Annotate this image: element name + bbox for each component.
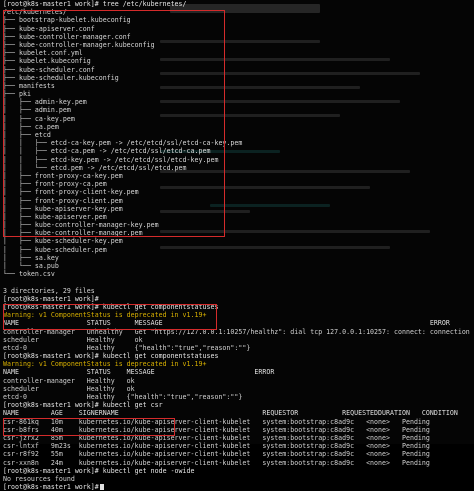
output-line: │ ├── ca-key.pem bbox=[3, 114, 75, 123]
output-line: │ ├── etcd bbox=[3, 131, 51, 139]
output-line: │ ├── admin-key.pem bbox=[3, 98, 87, 107]
output-line: No resources found bbox=[3, 474, 75, 483]
output-line: scheduler Healthy ok bbox=[3, 384, 135, 393]
output-line: csr-xxn8n 24m kubernetes.io/kube-apiserv… bbox=[3, 458, 430, 467]
output-line: Warning: v1 ComponentStatus is deprecate… bbox=[3, 311, 207, 320]
prompt-line: [root@k8s-master1 work]# kubectl get csr bbox=[3, 401, 163, 410]
cursor bbox=[99, 484, 104, 491]
output-line: │ │ ├── etcd-ca-key.pem -> /etc/etcd/ssl… bbox=[3, 139, 243, 148]
output-line: │ ├── admin.pem bbox=[3, 106, 71, 115]
prompt-line: [root@k8s-master1 work]# bbox=[3, 294, 99, 303]
output-line: NAME STATUS MESSAGE ERROR bbox=[3, 368, 275, 377]
output-line: ├── kube-controller-manager.conf bbox=[3, 32, 131, 41]
terminal-window[interactable]: [root@k8s-master1 work]# tree /etc/kuber… bbox=[0, 0, 474, 491]
output-line: ├── kubelet.conf.yml bbox=[3, 49, 83, 58]
output-line: controller-manager Healthy ok bbox=[3, 376, 135, 385]
output-line: │ ├── sa.key bbox=[3, 253, 59, 262]
prompt-line: [root@k8s-master1 work]# tree /etc/kuber… bbox=[3, 0, 187, 8]
output-line: ├── kube-controller-manager.kubeconfig bbox=[3, 40, 155, 49]
output-line: │ ├── front-proxy-ca.pem bbox=[3, 180, 107, 189]
output-line: csr-lntxf 9m23s kubernetes.io/kube-apise… bbox=[3, 442, 430, 451]
output-line: controller-manager Unhealthy Get "https:… bbox=[3, 327, 471, 336]
output-line: NAME AGE SIGNERNAME REQUESTOR REQUESTEDD… bbox=[3, 409, 458, 418]
output-line: │ ├── front-proxy-client.pem bbox=[3, 196, 123, 205]
output-line: etcd-0 Healthy {"health":"true","reason"… bbox=[3, 393, 243, 401]
output-line: Warning: v1 ComponentStatus is deprecate… bbox=[3, 360, 207, 369]
prompt-line: [root@k8s-master1 work]# kubectl get com… bbox=[3, 302, 219, 311]
output-line: csr-r8f92 55m kubernetes.io/kube-apiserv… bbox=[3, 450, 430, 459]
output-line: ├── kubelet.kubeconfig bbox=[3, 57, 91, 66]
output-line: NAME STATUS MESSAGE ERROR bbox=[3, 319, 450, 328]
output-line: │ ├── kube-apiserver.pem bbox=[3, 212, 107, 221]
output-line: /etc/kubernetes/ bbox=[3, 8, 67, 17]
output-line: csr-861kq 10m kubernetes.io/kube-apiserv… bbox=[3, 417, 430, 426]
output-line: ├── bootstrap-kubelet.kubeconfig bbox=[3, 16, 131, 25]
output-line: └── token.csv bbox=[3, 270, 55, 279]
output-line: ├── kube-scheduler.conf bbox=[3, 65, 95, 74]
output-line: etcd-0 Healthy {"health":"true","reason"… bbox=[3, 343, 251, 352]
output-line: csr-b8frs 40m kubernetes.io/kube-apiserv… bbox=[3, 425, 430, 434]
output-line: │ ├── ca.pem bbox=[3, 122, 59, 131]
terminal-output: [root@k8s-master1 work]# tree /etc/kuber… bbox=[3, 0, 471, 491]
prompt-line: [root@k8s-master1 work]# bbox=[3, 483, 471, 491]
output-line: scheduler Healthy ok bbox=[3, 335, 143, 344]
output-line: ├── kube-scheduler.kubeconfig bbox=[3, 73, 119, 82]
output-line: │ ├── front-proxy-ca-key.pem bbox=[3, 171, 123, 180]
output-line: ├── kube-apiserver.conf bbox=[3, 24, 95, 33]
output-line: │ │ ├── etcd-ca.pem -> /etc/etcd/ssl/etc… bbox=[3, 147, 211, 156]
prompt-line: [root@k8s-master1 work]# kubectl get com… bbox=[3, 352, 219, 361]
output-line: 3 directories, 29 files bbox=[3, 286, 95, 295]
output-line: │ ├── kube-scheduler.pem bbox=[3, 245, 107, 254]
output-line: csr-jzrx2 85m kubernetes.io/kube-apiserv… bbox=[3, 433, 430, 442]
output-line: │ ├── kube-controller-manager.pem bbox=[3, 229, 143, 238]
output-line: │ └── sa.pub bbox=[3, 262, 59, 270]
output-line: ├── pki bbox=[3, 90, 31, 99]
output-line: ├── manifests bbox=[3, 81, 55, 90]
output-line: │ │ ├── etcd-key.pem -> /etc/etcd/ssl/et… bbox=[3, 155, 219, 164]
output-line: │ ├── kube-scheduler-key.pem bbox=[3, 237, 123, 246]
output-line: │ ├── front-proxy-client-key.pem bbox=[3, 188, 139, 197]
prompt-line: [root@k8s-master1 work]# kubectl get nod… bbox=[3, 466, 195, 475]
output-line: │ ├── kube-controller-manager-key.pem bbox=[3, 221, 159, 230]
output-line: │ │ └── etcd.pem -> /etc/etcd/ssl/etcd.p… bbox=[3, 163, 187, 172]
output-line: │ ├── kube-apiserver-key.pem bbox=[3, 204, 123, 213]
